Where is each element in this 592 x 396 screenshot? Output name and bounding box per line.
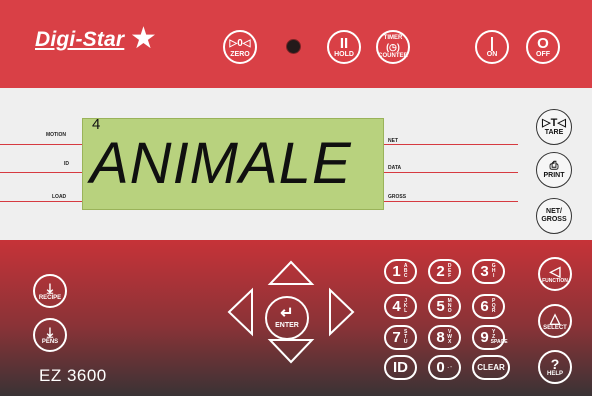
key-5[interactable]: 5M N O <box>428 294 461 319</box>
key-6[interactable]: 6P Q R <box>472 294 505 319</box>
id-indicator-line <box>0 172 82 173</box>
clear-key[interactable]: CLEAR <box>472 355 510 380</box>
printer-icon: ⎙ <box>549 160 559 172</box>
net-indicator-line <box>384 144 518 145</box>
select-button[interactable]: △ SELECT <box>538 304 572 338</box>
key-9[interactable]: 9Y Z SPACE <box>472 325 508 350</box>
tare-button[interactable]: ▷T◁ TARE <box>536 109 572 145</box>
help-icon: ? <box>550 355 560 372</box>
key-4[interactable]: 4J K L <box>384 294 417 319</box>
pens-button[interactable]: ⤓ PENS <box>33 318 67 352</box>
clock-icon: (◷) <box>386 42 400 52</box>
id-indicator: ID <box>64 161 69 167</box>
key-2[interactable]: 2D E F <box>428 259 461 284</box>
pause-icon: II <box>339 34 349 52</box>
key-3[interactable]: 3G H I <box>472 259 505 284</box>
enter-button[interactable]: ↵ ENTER <box>265 296 309 340</box>
zero-button[interactable]: ▷0◁ ZERO <box>223 30 257 64</box>
recipe-icon: ⤓ <box>46 279 54 296</box>
enter-icon: ↵ <box>280 305 294 322</box>
key-0[interactable]: 0. - <box>428 355 461 380</box>
net-indicator: NET <box>388 138 398 144</box>
hold-button[interactable]: II HOLD <box>327 30 361 64</box>
brand-logo: Digi-Star <box>35 28 125 51</box>
model-name: EZ 3600 <box>39 366 107 385</box>
load-indicator-line <box>0 201 82 202</box>
lcd-message: ANIMALE <box>90 131 352 196</box>
id-key[interactable]: ID <box>384 355 417 380</box>
timer-counter-button[interactable]: TIMER (◷) COUNTER <box>376 30 410 64</box>
gross-indicator-line <box>384 201 518 202</box>
scale-indicator-device: Digi-Star ★ ▷0◁ ZERO II HOLD TIMER (◷) C… <box>0 0 592 396</box>
zero-icon: ▷0◁ <box>229 37 251 49</box>
status-led <box>286 39 301 54</box>
print-button[interactable]: ⎙ PRINT <box>536 152 572 188</box>
power-on-button[interactable]: | ON <box>475 30 509 64</box>
motion-indicator-line <box>0 144 82 145</box>
brand-star-icon: ★ <box>130 22 157 55</box>
gross-indicator: GROSS <box>388 194 407 200</box>
up-arrow-icon[interactable] <box>267 260 315 285</box>
power-on-icon: | <box>489 34 495 52</box>
left-triangle-icon: ◁ <box>549 262 561 279</box>
power-off-button[interactable]: O OFF <box>526 30 560 64</box>
data-indicator-line <box>384 172 518 173</box>
right-arrow-icon[interactable] <box>329 287 355 337</box>
key-1[interactable]: 1A B C <box>384 259 417 284</box>
recipe-button[interactable]: ⤓ RECIPE <box>33 274 67 308</box>
tare-icon: ▷T◁ <box>542 117 566 129</box>
power-off-icon: O <box>537 34 549 52</box>
help-button[interactable]: ? HELP <box>538 350 572 384</box>
key-8[interactable]: 8V W X <box>428 325 461 350</box>
net-gross-button[interactable]: NET/ GROSS <box>536 198 572 234</box>
function-button[interactable]: ◁ FUNCTION <box>538 257 572 291</box>
data-indicator: DATA <box>388 165 402 171</box>
key-7[interactable]: 7S T U <box>384 325 417 350</box>
pens-icon: ⤓ <box>46 323 54 340</box>
motion-indicator: MOTION <box>46 132 66 138</box>
left-arrow-icon[interactable] <box>227 287 253 337</box>
down-arrow-icon[interactable] <box>267 339 315 364</box>
up-triangle-icon: △ <box>549 309 561 326</box>
load-indicator: LOAD <box>52 194 67 200</box>
